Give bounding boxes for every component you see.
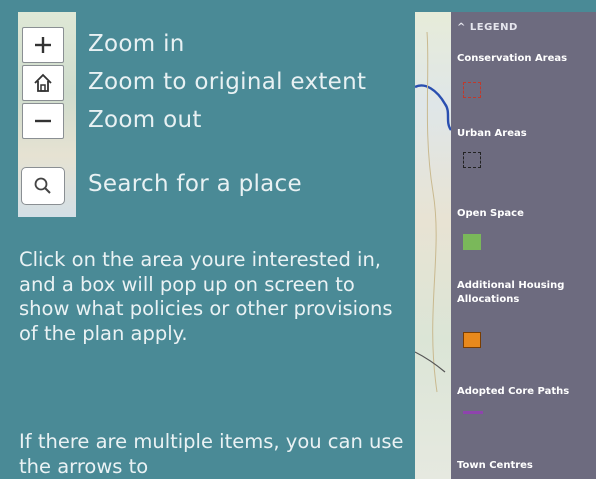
- home-icon: [34, 73, 52, 92]
- chevron-up-icon: ^: [457, 22, 466, 33]
- map-lines: [415, 31, 451, 393]
- instructions-paragraph-2: If there are multiple items, you can use…: [19, 430, 404, 478]
- legend-item-additional-housing: Additional Housing Allocations: [457, 280, 565, 305]
- zoom-out-button[interactable]: [22, 103, 64, 139]
- housing-allocations-swatch: [463, 332, 481, 348]
- urban-areas-swatch: [463, 152, 481, 168]
- legend-item-urban-areas: Urban Areas: [457, 128, 527, 139]
- legend-item-town-centres: Town Centres: [457, 460, 533, 471]
- zoom-extent-label: Zoom to original extent: [88, 69, 367, 95]
- instructions-paragraph: Click on the area youre interested in, a…: [19, 248, 393, 345]
- minus-icon: [35, 119, 51, 123]
- zoom-in-button[interactable]: [22, 27, 64, 63]
- zoom-out-label: Zoom out: [88, 107, 202, 133]
- plus-icon: [35, 37, 51, 53]
- legend-header[interactable]: ^ LEGEND: [457, 22, 518, 33]
- open-space-swatch: [463, 234, 481, 250]
- home-button[interactable]: [22, 65, 64, 101]
- legend-title: LEGEND: [469, 22, 518, 33]
- conservation-areas-swatch: [463, 82, 481, 98]
- zoom-in-label: Zoom in: [88, 31, 185, 57]
- legend-item-conservation-areas: Conservation Areas: [457, 53, 568, 64]
- map-preview: [415, 12, 451, 479]
- magnifier-icon: [34, 177, 51, 194]
- legend-item-open-space: Open Space: [457, 208, 524, 219]
- search-button[interactable]: [21, 167, 65, 205]
- legend-item-core-paths: Adopted Core Paths: [457, 386, 570, 397]
- search-label: Search for a place: [88, 171, 302, 197]
- core-paths-swatch: [463, 411, 483, 414]
- legend-panel: ^ LEGEND Conservation Areas Urban Areas …: [451, 12, 596, 479]
